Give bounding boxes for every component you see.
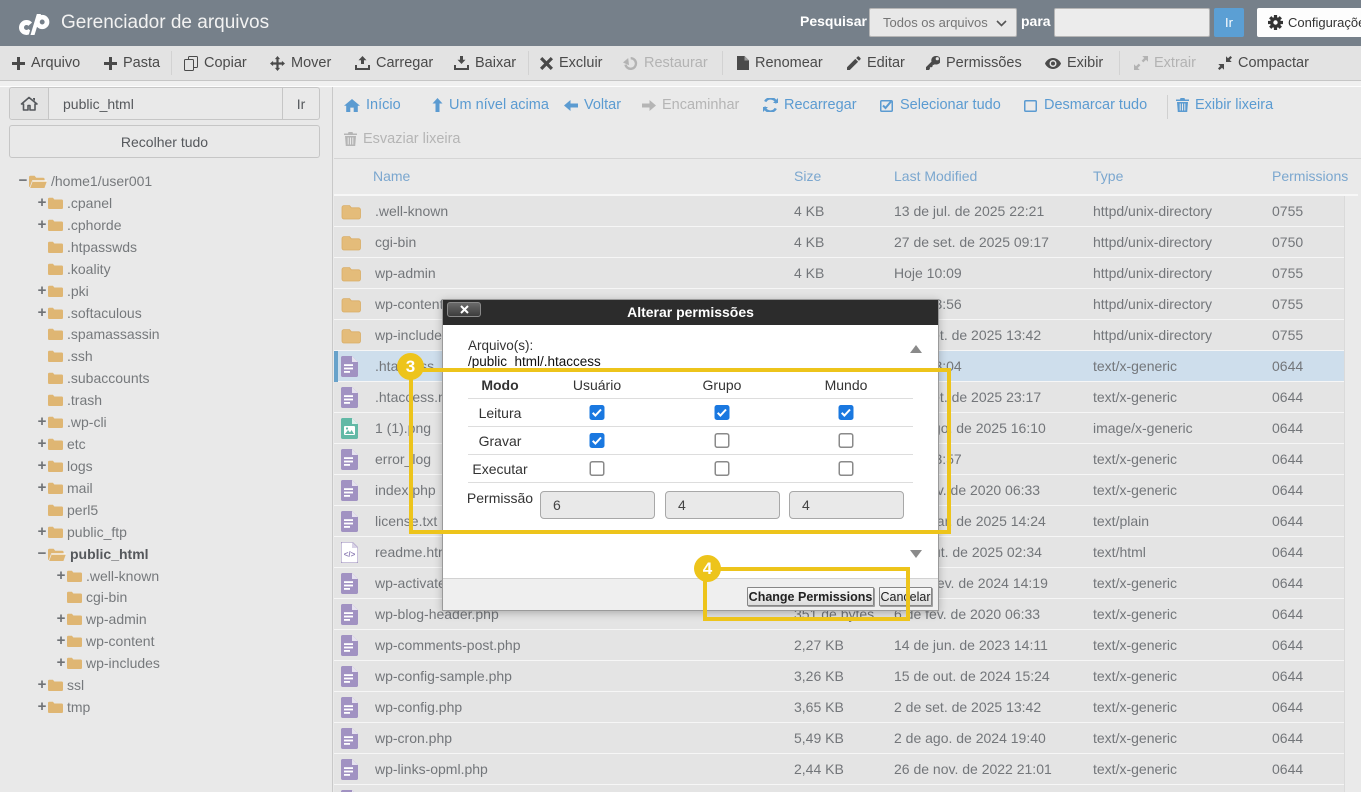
svg-text:</>: </> bbox=[344, 550, 356, 559]
